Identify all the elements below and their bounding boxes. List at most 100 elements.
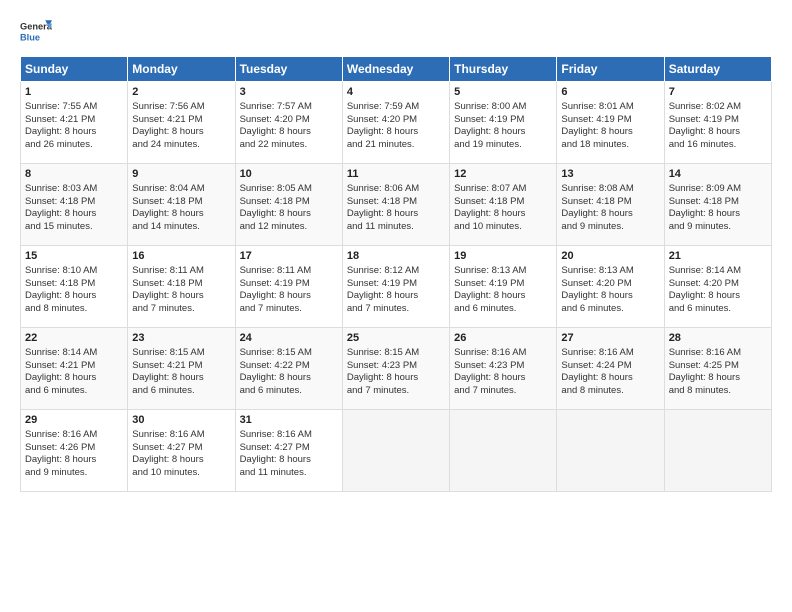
day-info-line: Daylight: 8 hours bbox=[454, 372, 552, 385]
day-info-line: and 6 minutes. bbox=[669, 303, 767, 316]
day-info-line: Daylight: 8 hours bbox=[240, 372, 338, 385]
day-number: 9 bbox=[132, 167, 230, 182]
calendar-week-5: 29Sunrise: 8:16 AMSunset: 4:26 PMDayligh… bbox=[21, 410, 772, 492]
day-info-line: Daylight: 8 hours bbox=[347, 208, 445, 221]
calendar-cell: 11Sunrise: 8:06 AMSunset: 4:18 PMDayligh… bbox=[342, 164, 449, 246]
day-number: 7 bbox=[669, 85, 767, 100]
calendar-header-friday: Friday bbox=[557, 57, 664, 82]
day-info-line: Daylight: 8 hours bbox=[240, 126, 338, 139]
day-number: 27 bbox=[561, 331, 659, 346]
day-info-line: Daylight: 8 hours bbox=[25, 372, 123, 385]
day-info-line: Daylight: 8 hours bbox=[669, 126, 767, 139]
svg-text:Blue: Blue bbox=[20, 32, 40, 42]
day-number: 17 bbox=[240, 249, 338, 264]
day-number: 26 bbox=[454, 331, 552, 346]
day-number: 3 bbox=[240, 85, 338, 100]
day-info-line: Sunrise: 7:59 AM bbox=[347, 101, 445, 114]
calendar-header-tuesday: Tuesday bbox=[235, 57, 342, 82]
day-info-line: Daylight: 8 hours bbox=[454, 290, 552, 303]
day-info-line: and 7 minutes. bbox=[132, 303, 230, 316]
day-number: 14 bbox=[669, 167, 767, 182]
calendar-cell: 8Sunrise: 8:03 AMSunset: 4:18 PMDaylight… bbox=[21, 164, 128, 246]
day-info-line: Sunrise: 8:16 AM bbox=[25, 429, 123, 442]
day-info-line: Sunrise: 8:15 AM bbox=[240, 347, 338, 360]
day-info-line: Sunrise: 8:11 AM bbox=[240, 265, 338, 278]
day-info-line: Sunset: 4:21 PM bbox=[25, 360, 123, 373]
day-info-line: Sunrise: 8:03 AM bbox=[25, 183, 123, 196]
day-info-line: and 9 minutes. bbox=[669, 221, 767, 234]
day-info-line: and 21 minutes. bbox=[347, 139, 445, 152]
day-info-line: Sunrise: 8:09 AM bbox=[669, 183, 767, 196]
day-number: 12 bbox=[454, 167, 552, 182]
calendar-table: SundayMondayTuesdayWednesdayThursdayFrid… bbox=[20, 56, 772, 492]
day-info-line: Sunset: 4:18 PM bbox=[25, 278, 123, 291]
day-info-line: Daylight: 8 hours bbox=[25, 208, 123, 221]
day-info-line: Sunset: 4:27 PM bbox=[132, 442, 230, 455]
day-info-line: Daylight: 8 hours bbox=[25, 126, 123, 139]
day-info-line: and 10 minutes. bbox=[454, 221, 552, 234]
day-number: 24 bbox=[240, 331, 338, 346]
day-info-line: and 6 minutes. bbox=[25, 385, 123, 398]
day-number: 28 bbox=[669, 331, 767, 346]
day-info-line: Sunset: 4:19 PM bbox=[669, 114, 767, 127]
day-number: 1 bbox=[25, 85, 123, 100]
day-info-line: Daylight: 8 hours bbox=[347, 290, 445, 303]
calendar-cell: 18Sunrise: 8:12 AMSunset: 4:19 PMDayligh… bbox=[342, 246, 449, 328]
day-info-line: Sunset: 4:23 PM bbox=[347, 360, 445, 373]
day-info-line: Sunrise: 8:01 AM bbox=[561, 101, 659, 114]
day-info-line: Sunset: 4:25 PM bbox=[669, 360, 767, 373]
calendar-week-2: 8Sunrise: 8:03 AMSunset: 4:18 PMDaylight… bbox=[21, 164, 772, 246]
day-info-line: Daylight: 8 hours bbox=[132, 372, 230, 385]
day-number: 21 bbox=[669, 249, 767, 264]
day-number: 25 bbox=[347, 331, 445, 346]
day-info-line: Sunrise: 7:56 AM bbox=[132, 101, 230, 114]
calendar-cell: 3Sunrise: 7:57 AMSunset: 4:20 PMDaylight… bbox=[235, 82, 342, 164]
day-info-line: Daylight: 8 hours bbox=[561, 208, 659, 221]
day-number: 31 bbox=[240, 413, 338, 428]
calendar-cell: 28Sunrise: 8:16 AMSunset: 4:25 PMDayligh… bbox=[664, 328, 771, 410]
day-info-line: Sunset: 4:27 PM bbox=[240, 442, 338, 455]
calendar-cell: 1Sunrise: 7:55 AMSunset: 4:21 PMDaylight… bbox=[21, 82, 128, 164]
day-info-line: Daylight: 8 hours bbox=[240, 290, 338, 303]
day-info-line: and 7 minutes. bbox=[347, 303, 445, 316]
calendar-header-row: SundayMondayTuesdayWednesdayThursdayFrid… bbox=[21, 57, 772, 82]
day-info-line: Sunrise: 8:11 AM bbox=[132, 265, 230, 278]
day-info-line: and 11 minutes. bbox=[240, 467, 338, 480]
calendar-cell: 29Sunrise: 8:16 AMSunset: 4:26 PMDayligh… bbox=[21, 410, 128, 492]
day-info-line: Sunrise: 8:02 AM bbox=[669, 101, 767, 114]
day-info-line: Sunrise: 8:13 AM bbox=[561, 265, 659, 278]
day-number: 11 bbox=[347, 167, 445, 182]
day-info-line: Daylight: 8 hours bbox=[240, 454, 338, 467]
day-info-line: Sunset: 4:18 PM bbox=[132, 278, 230, 291]
day-info-line: Daylight: 8 hours bbox=[25, 290, 123, 303]
day-number: 16 bbox=[132, 249, 230, 264]
day-info-line: Sunset: 4:19 PM bbox=[454, 278, 552, 291]
calendar-cell: 7Sunrise: 8:02 AMSunset: 4:19 PMDaylight… bbox=[664, 82, 771, 164]
day-info-line: Sunset: 4:21 PM bbox=[132, 360, 230, 373]
calendar-cell: 6Sunrise: 8:01 AMSunset: 4:19 PMDaylight… bbox=[557, 82, 664, 164]
day-info-line: Daylight: 8 hours bbox=[240, 208, 338, 221]
day-number: 22 bbox=[25, 331, 123, 346]
day-info-line: and 8 minutes. bbox=[25, 303, 123, 316]
day-info-line: and 11 minutes. bbox=[347, 221, 445, 234]
day-number: 8 bbox=[25, 167, 123, 182]
page: General Blue SundayMondayTuesdayWednesda… bbox=[0, 0, 792, 612]
day-info-line: and 7 minutes. bbox=[347, 385, 445, 398]
day-info-line: and 8 minutes. bbox=[561, 385, 659, 398]
day-info-line: Sunset: 4:19 PM bbox=[454, 114, 552, 127]
calendar-cell: 31Sunrise: 8:16 AMSunset: 4:27 PMDayligh… bbox=[235, 410, 342, 492]
day-number: 6 bbox=[561, 85, 659, 100]
day-info-line: Sunset: 4:24 PM bbox=[561, 360, 659, 373]
day-info-line: Sunrise: 8:14 AM bbox=[669, 265, 767, 278]
day-info-line: Daylight: 8 hours bbox=[561, 290, 659, 303]
day-info-line: Daylight: 8 hours bbox=[25, 454, 123, 467]
calendar-cell: 20Sunrise: 8:13 AMSunset: 4:20 PMDayligh… bbox=[557, 246, 664, 328]
day-info-line: Sunset: 4:18 PM bbox=[240, 196, 338, 209]
calendar-cell: 17Sunrise: 8:11 AMSunset: 4:19 PMDayligh… bbox=[235, 246, 342, 328]
day-info-line: and 14 minutes. bbox=[132, 221, 230, 234]
day-number: 23 bbox=[132, 331, 230, 346]
day-info-line: and 24 minutes. bbox=[132, 139, 230, 152]
day-info-line: Sunrise: 8:13 AM bbox=[454, 265, 552, 278]
calendar-cell bbox=[342, 410, 449, 492]
calendar-cell: 22Sunrise: 8:14 AMSunset: 4:21 PMDayligh… bbox=[21, 328, 128, 410]
